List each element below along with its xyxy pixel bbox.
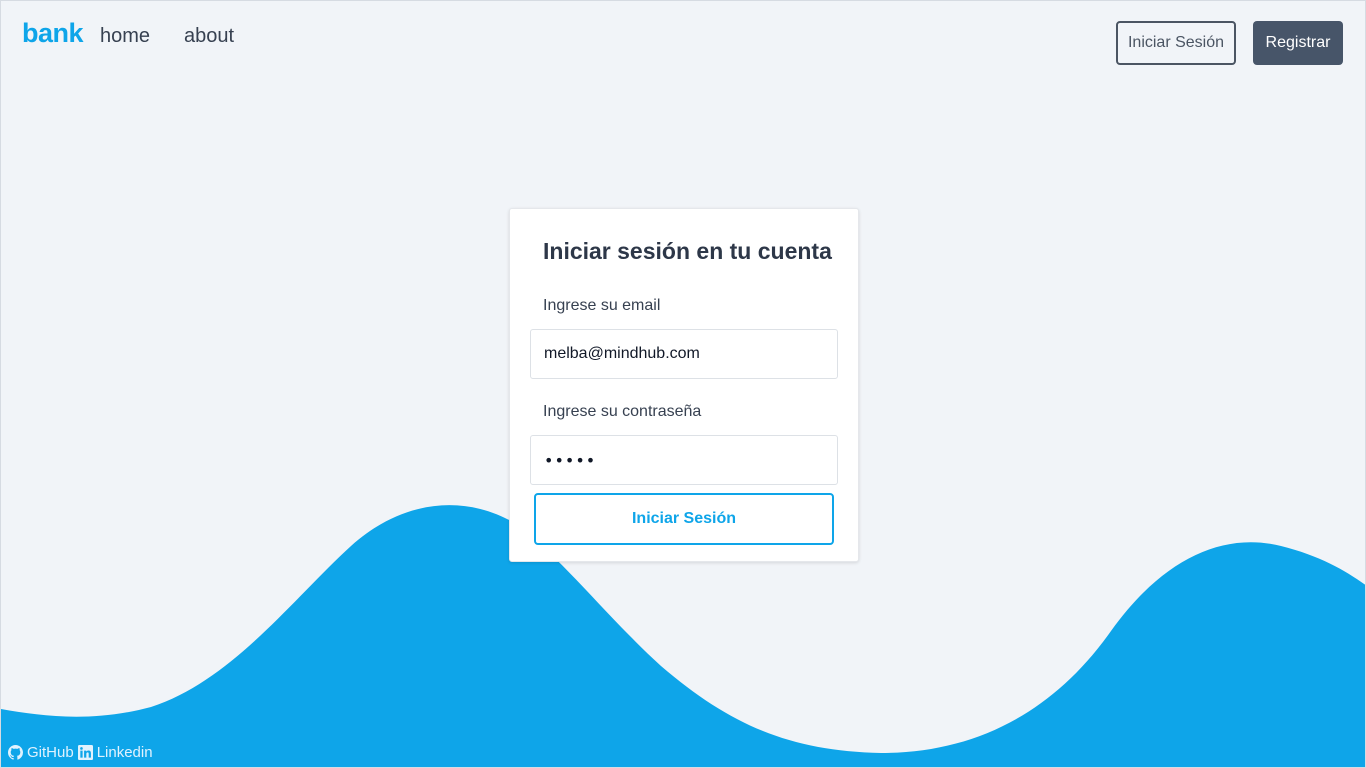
linkedin-label: Linkedin bbox=[96, 744, 153, 761]
linkedin-link[interactable]: Linkedin bbox=[77, 744, 153, 761]
header-register-button[interactable]: Registrar bbox=[1253, 21, 1343, 65]
bank-logo[interactable]: bank bbox=[22, 18, 84, 49]
github-link[interactable]: GitHub bbox=[8, 744, 74, 761]
password-field[interactable] bbox=[530, 435, 838, 485]
github-icon bbox=[8, 745, 23, 760]
nav-about-link[interactable]: about bbox=[184, 25, 234, 48]
github-label: GitHub bbox=[27, 744, 74, 761]
linkedin-icon bbox=[77, 745, 93, 760]
nav-home-link[interactable]: home bbox=[100, 25, 150, 48]
page: bank home about Iniciar Sesión Registrar… bbox=[0, 0, 1366, 768]
submit-login-button[interactable]: Iniciar Sesión bbox=[534, 493, 834, 545]
email-label: Ingrese su email bbox=[543, 297, 661, 314]
email-field[interactable] bbox=[530, 329, 838, 379]
login-title: Iniciar sesión en tu cuenta bbox=[543, 238, 832, 264]
password-label: Ingrese su contraseña bbox=[543, 403, 702, 420]
footer-links: GitHub Linkedin bbox=[8, 744, 153, 761]
header-login-button[interactable]: Iniciar Sesión bbox=[1116, 21, 1236, 65]
login-card: Iniciar sesión en tu cuenta Ingrese su e… bbox=[509, 208, 859, 562]
